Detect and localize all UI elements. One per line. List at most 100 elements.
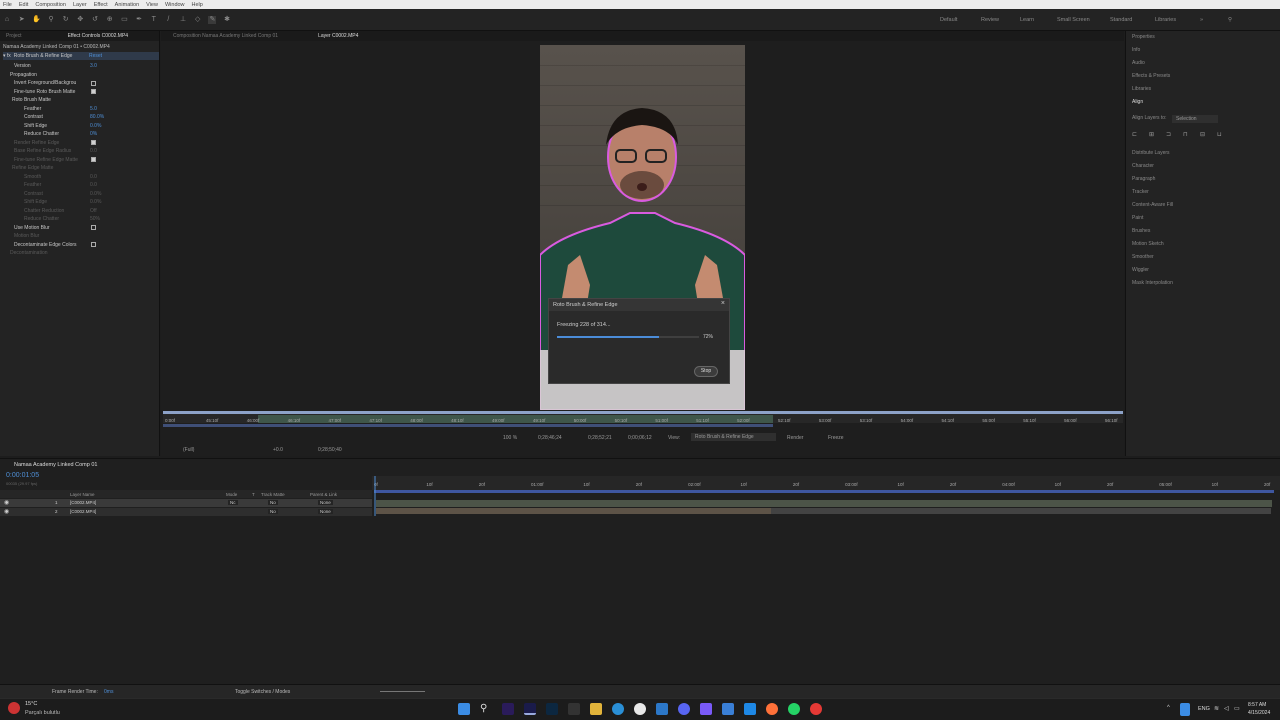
table-row[interactable]: ◉ 2 [C0002.MP4] No None bbox=[0, 508, 372, 516]
after-effects-icon[interactable] bbox=[524, 703, 536, 715]
effect-property[interactable]: Reduce Chatter 50% bbox=[24, 215, 100, 223]
property-value[interactable]: 0.0 bbox=[90, 182, 97, 188]
property-value[interactable]: 0% bbox=[90, 131, 97, 137]
effect-property[interactable]: Invert Foreground/Backgrou bbox=[14, 79, 76, 87]
wifi-icon[interactable]: ≋ bbox=[1214, 705, 1219, 712]
vpn-icon[interactable] bbox=[700, 703, 712, 715]
property-value[interactable]: 0.0% bbox=[90, 123, 101, 129]
store-icon[interactable] bbox=[722, 703, 734, 715]
fx-icon[interactable]: ▾ fx bbox=[3, 53, 11, 59]
workspace-overflow-icon[interactable]: » bbox=[1200, 17, 1203, 23]
align-hcenter-icon[interactable]: ⊞ bbox=[1149, 131, 1154, 138]
effect-property[interactable]: Fine-tune Roto Brush Matte bbox=[14, 88, 75, 96]
align-bottom-icon[interactable]: ⊔ bbox=[1217, 131, 1222, 138]
microphone-icon[interactable] bbox=[1180, 703, 1190, 716]
effect-property[interactable]: Decontaminate Edge Colors bbox=[14, 241, 77, 249]
language-indicator[interactable]: ENG bbox=[1198, 706, 1210, 712]
panel-item[interactable]: Mask Interpolation bbox=[1132, 280, 1173, 286]
panel-item[interactable]: Effects & Presets bbox=[1132, 73, 1170, 79]
premiere-icon[interactable] bbox=[502, 703, 514, 715]
firefox-icon[interactable] bbox=[766, 703, 778, 715]
layer-number[interactable]: 2 bbox=[55, 509, 58, 514]
menu-effect[interactable]: Effect bbox=[94, 2, 108, 8]
workspace-standard[interactable]: Standard bbox=[1110, 17, 1132, 23]
align-vcenter-icon[interactable]: ⊟ bbox=[1200, 131, 1205, 138]
menu-composition[interactable]: Composition bbox=[35, 2, 66, 8]
align-to-dropdown[interactable]: Selection bbox=[1172, 115, 1218, 123]
rectangle-tool-icon[interactable]: ▭ bbox=[120, 16, 128, 24]
type-tool-icon[interactable]: T bbox=[150, 16, 158, 24]
search-help-icon[interactable]: ⚲ bbox=[1228, 17, 1232, 23]
chevron-up-icon[interactable]: ^ bbox=[1167, 705, 1170, 711]
effect-property[interactable]: Shift Edge 0.0% bbox=[24, 198, 101, 206]
chrome-icon[interactable] bbox=[634, 703, 646, 715]
freeze-button[interactable]: Freeze bbox=[828, 435, 844, 441]
effect-property[interactable]: Smooth 0.0 bbox=[24, 173, 97, 181]
property-value[interactable]: 3.0 bbox=[90, 63, 97, 69]
layer-mode[interactable]: Nc bbox=[228, 500, 238, 505]
property-checkbox[interactable] bbox=[91, 80, 96, 86]
property-value[interactable]: 50% bbox=[90, 216, 100, 222]
panel-item[interactable]: Libraries bbox=[1132, 86, 1151, 92]
selection-tool-icon[interactable]: ➤ bbox=[18, 16, 26, 24]
visibility-eye-icon[interactable]: ◉ bbox=[4, 499, 9, 506]
effect-property[interactable]: Decontamination bbox=[10, 249, 48, 257]
align-right-icon[interactable]: ⊐ bbox=[1166, 131, 1171, 138]
effect-property[interactable]: Fine-tune Refine Edge Matte bbox=[14, 156, 78, 164]
workspace-review[interactable]: Review bbox=[981, 17, 999, 23]
mail-icon[interactable] bbox=[744, 703, 756, 715]
home-icon[interactable]: ⌂ bbox=[3, 16, 11, 24]
clock-time[interactable]: 8:57 AM bbox=[1248, 702, 1266, 708]
anchor-tool-icon[interactable]: ⊕ bbox=[106, 16, 114, 24]
align-left-icon[interactable]: ⊏ bbox=[1132, 131, 1137, 138]
tab-effect-controls[interactable]: Effect Controls C0002.MP4 bbox=[68, 33, 129, 39]
tab-layer[interactable]: Layer C0002.MP4 bbox=[318, 33, 358, 39]
property-value[interactable]: 0.0 bbox=[90, 174, 97, 180]
vscode-icon[interactable] bbox=[656, 703, 668, 715]
menu-file[interactable]: File bbox=[3, 2, 12, 8]
panel-item[interactable]: Content-Aware Fill bbox=[1132, 202, 1173, 208]
property-checkbox[interactable] bbox=[91, 140, 96, 145]
workspace-default[interactable]: Default bbox=[940, 17, 957, 23]
zoom-slider[interactable] bbox=[380, 691, 425, 692]
close-icon[interactable]: × bbox=[721, 300, 725, 307]
rotate-tool-icon[interactable]: ↺ bbox=[91, 16, 99, 24]
effect-header-row[interactable]: ▾ fx Roto Brush & Refine Edge Reset bbox=[3, 52, 159, 60]
effect-property[interactable]: Use Motion Blur bbox=[14, 224, 50, 232]
panel-item[interactable]: Smoother bbox=[1132, 254, 1154, 260]
edge-icon[interactable] bbox=[612, 703, 624, 715]
panel-item[interactable]: Wiggler bbox=[1132, 267, 1149, 273]
layer-parent[interactable]: None bbox=[318, 509, 333, 514]
menu-layer[interactable]: Layer bbox=[73, 2, 87, 8]
property-checkbox[interactable] bbox=[91, 242, 96, 247]
effect-property[interactable]: Feather 5.0 bbox=[24, 105, 97, 113]
layer-time-ruler[interactable]: 0:00f 45:10f 46:00f 46:10f 47:00f 47:10f 48:00… bbox=[163, 411, 1123, 429]
effect-property[interactable]: Contrast 80.0% bbox=[24, 113, 104, 121]
vector-app-icon[interactable] bbox=[568, 703, 580, 715]
panel-item[interactable]: Distribute Layers bbox=[1132, 150, 1170, 156]
puppet-tool-icon[interactable]: ✱ bbox=[223, 16, 231, 24]
layer-parent[interactable]: None bbox=[318, 500, 333, 505]
col-t[interactable]: T bbox=[252, 492, 255, 497]
menu-help[interactable]: Help bbox=[192, 2, 203, 8]
menu-window[interactable]: Window bbox=[165, 2, 185, 8]
table-row[interactable]: ◉ 1 [C0002.MP4] Nc No None bbox=[0, 499, 372, 507]
layer-track-matte[interactable]: No bbox=[268, 509, 278, 514]
property-checkbox[interactable] bbox=[91, 89, 96, 94]
panel-item[interactable]: Info bbox=[1132, 47, 1140, 53]
panel-item[interactable]: Brushes bbox=[1132, 228, 1150, 234]
layer-name[interactable]: [C0002.MP4] bbox=[70, 509, 96, 514]
reset-link[interactable]: Reset bbox=[89, 53, 102, 59]
panel-item[interactable]: Paint bbox=[1132, 215, 1143, 221]
pan-tool-icon[interactable]: ✥ bbox=[76, 16, 84, 24]
whatsapp-icon[interactable] bbox=[788, 703, 800, 715]
eraser-tool-icon[interactable]: ◇ bbox=[194, 16, 202, 24]
start-icon[interactable] bbox=[458, 703, 470, 715]
timeline-ruler-and-tracks[interactable]: 0f 10f 20f 01:00f 10f 20f 02:00f 10f 20f 03:00f 10… bbox=[372, 476, 1280, 516]
col-layer-name[interactable]: Layer Name bbox=[70, 492, 95, 497]
property-value[interactable]: Off bbox=[90, 208, 97, 214]
effect-property[interactable]: Propagation bbox=[10, 71, 37, 79]
zoom-tool-icon[interactable]: ⚲ bbox=[47, 16, 55, 24]
brush-tool-icon[interactable]: / bbox=[164, 16, 172, 24]
viewer-zoom[interactable]: 100 % bbox=[503, 435, 517, 441]
